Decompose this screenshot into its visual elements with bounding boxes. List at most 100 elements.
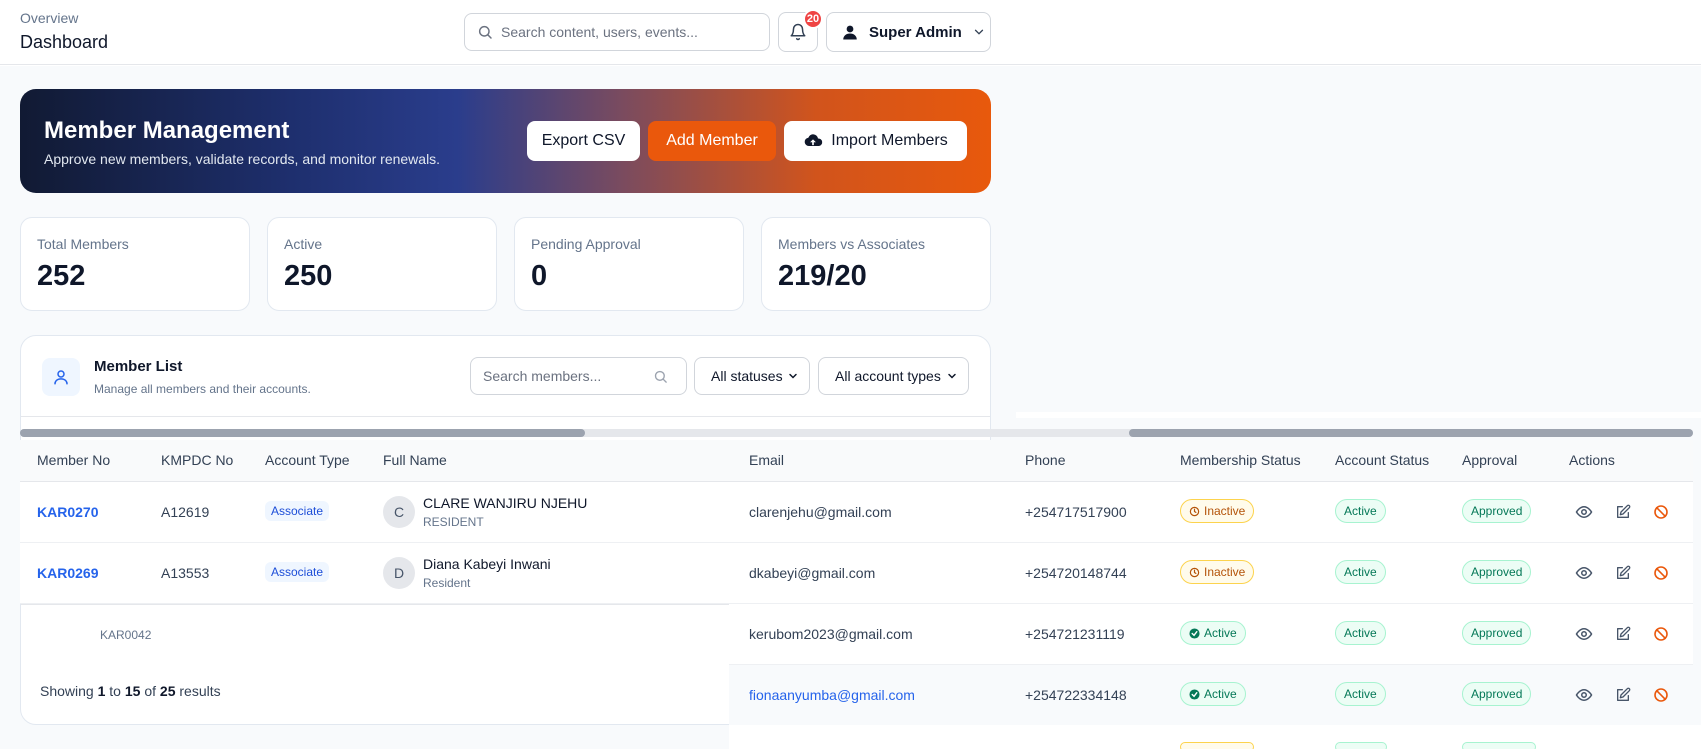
chevron-down-icon (789, 373, 797, 379)
clock-icon (1189, 567, 1200, 577)
eye-icon[interactable] (1575, 564, 1593, 582)
avatar: D (383, 557, 415, 589)
eye-icon[interactable] (1575, 503, 1593, 521)
member-no-link[interactable]: KAR0270 (37, 504, 98, 520)
membership-status-badge: Active (1180, 621, 1246, 645)
table-row[interactable]: kerubom2023@gmail.com +254721231119 Acti… (729, 604, 1693, 665)
status-filter-value: All statuses (711, 368, 783, 384)
stat-card-pending-approval: Pending Approval 0 (514, 217, 744, 311)
member-search[interactable] (470, 357, 687, 395)
membership-status-badge: Inactive (1180, 560, 1255, 584)
import-members-button[interactable]: Import Members (784, 121, 967, 161)
account-type-badge: Associate (265, 501, 330, 521)
status-filter-select[interactable]: All statuses (694, 357, 810, 395)
phone: +254717517900 (1025, 504, 1127, 520)
user-name: Super Admin (869, 23, 962, 41)
ghost-member-no: KAR0042 (100, 628, 152, 642)
account-status-badge: Active (1335, 621, 1386, 645)
search-icon (654, 370, 667, 383)
kmpdc-no: A13553 (161, 565, 210, 581)
col-member-no[interactable]: Member No (37, 452, 110, 468)
ban-icon[interactable] (1652, 625, 1670, 643)
eye-icon[interactable] (1575, 625, 1593, 643)
member-list-title: Member List (94, 358, 183, 375)
col-full-name[interactable]: Full Name (383, 452, 447, 468)
breadcrumb[interactable]: Overview (20, 10, 78, 26)
stat-value: 250 (284, 260, 333, 292)
check-circle-icon (1189, 688, 1200, 700)
member-category: RESIDENT (423, 515, 484, 529)
account-type-badge: Associate (265, 562, 330, 582)
col-phone[interactable]: Phone (1025, 452, 1065, 468)
kmpdc-no: A12619 (161, 504, 210, 520)
approval-badge: Approved (1462, 560, 1532, 584)
chevron-down-icon (974, 29, 983, 35)
ban-icon[interactable] (1652, 503, 1670, 521)
table-row[interactable]: fionaanyumba@gmail.com +254722334148 Act… (729, 665, 1693, 726)
stat-label: Pending Approval (531, 236, 641, 252)
pagination-summary: Showing 1 to 15 of 25 results (40, 683, 221, 699)
ban-icon[interactable] (1652, 564, 1670, 582)
add-member-button[interactable]: Add Member (648, 121, 776, 161)
stat-value: 0 (531, 260, 548, 292)
member-search-input[interactable] (483, 368, 653, 384)
edit-icon[interactable] (1614, 564, 1632, 582)
full-name: CLARE WANJIRU NJEHU (423, 495, 588, 511)
clock-icon (1189, 506, 1200, 516)
account-type-filter-value: All account types (835, 368, 941, 384)
notifications-button[interactable]: 20 (778, 9, 823, 52)
phone: +254721231119 (1025, 626, 1125, 642)
stat-card-total-members: Total Members 252 (20, 217, 250, 311)
ban-icon[interactable] (1652, 686, 1670, 704)
next-row-membership-badge (1180, 742, 1254, 749)
scrollbar-thumb-right[interactable] (1129, 429, 1693, 437)
full-name: Diana Kabeyi Inwani (423, 556, 551, 572)
hero-subtitle: Approve new members, validate records, a… (44, 151, 441, 167)
global-search[interactable] (464, 13, 770, 51)
col-approval[interactable]: Approval (1462, 452, 1517, 468)
email: clarenjehu@gmail.com (749, 504, 892, 520)
email: dkabeyi@gmail.com (749, 565, 876, 581)
col-account-type[interactable]: Account Type (265, 452, 350, 468)
user-menu-button[interactable]: Super Admin (826, 12, 991, 52)
stat-card-active: Active 250 (267, 217, 497, 311)
edit-icon[interactable] (1614, 503, 1632, 521)
member-no-link[interactable]: KAR0269 (37, 565, 98, 581)
table-row[interactable]: KAR0270 A12619 Associate C CLARE WANJIRU… (20, 482, 1693, 543)
table-row[interactable]: KAR0269 A13553 Associate D Diana Kabeyi … (20, 543, 1693, 604)
col-email[interactable]: Email (749, 452, 784, 468)
page-title: Dashboard (20, 32, 109, 52)
check-circle-icon (1189, 627, 1200, 639)
col-account-status[interactable]: Account Status (1335, 452, 1429, 468)
stat-label: Active (284, 236, 323, 252)
account-status-badge: Active (1335, 560, 1386, 584)
users-icon (42, 358, 80, 396)
edit-icon[interactable] (1614, 625, 1632, 643)
import-members-label: Import Members (831, 132, 948, 149)
membership-status-badge: Active (1180, 682, 1246, 706)
table-top-mask (1016, 412, 1701, 418)
notification-count-badge: 20 (803, 9, 823, 29)
account-type-filter-select[interactable]: All account types (818, 357, 969, 395)
chevron-down-icon (948, 373, 956, 379)
global-search-input[interactable] (501, 24, 751, 40)
col-actions: Actions (1569, 452, 1615, 468)
export-csv-button[interactable]: Export CSV (527, 121, 640, 161)
email: kerubom2023@gmail.com (749, 626, 913, 642)
eye-icon[interactable] (1575, 686, 1593, 704)
approval-badge: Approved (1462, 621, 1532, 645)
phone: +254722334148 (1025, 687, 1127, 703)
col-kmpdc-no[interactable]: KMPDC No (161, 452, 233, 468)
bell-icon (790, 23, 806, 41)
edit-icon[interactable] (1614, 686, 1632, 704)
phone: +254720148744 (1025, 565, 1127, 581)
next-row-approval-badge (1462, 742, 1536, 749)
scrollbar-thumb-left[interactable] (20, 429, 585, 437)
membership-status-badge: Inactive (1180, 499, 1255, 523)
row-divider (21, 604, 730, 605)
next-row-account-badge (1335, 742, 1387, 749)
approval-badge: Approved (1462, 682, 1532, 706)
stat-value: 219/20 (778, 260, 867, 292)
col-membership-status[interactable]: Membership Status (1180, 452, 1301, 468)
user-icon (843, 25, 857, 40)
